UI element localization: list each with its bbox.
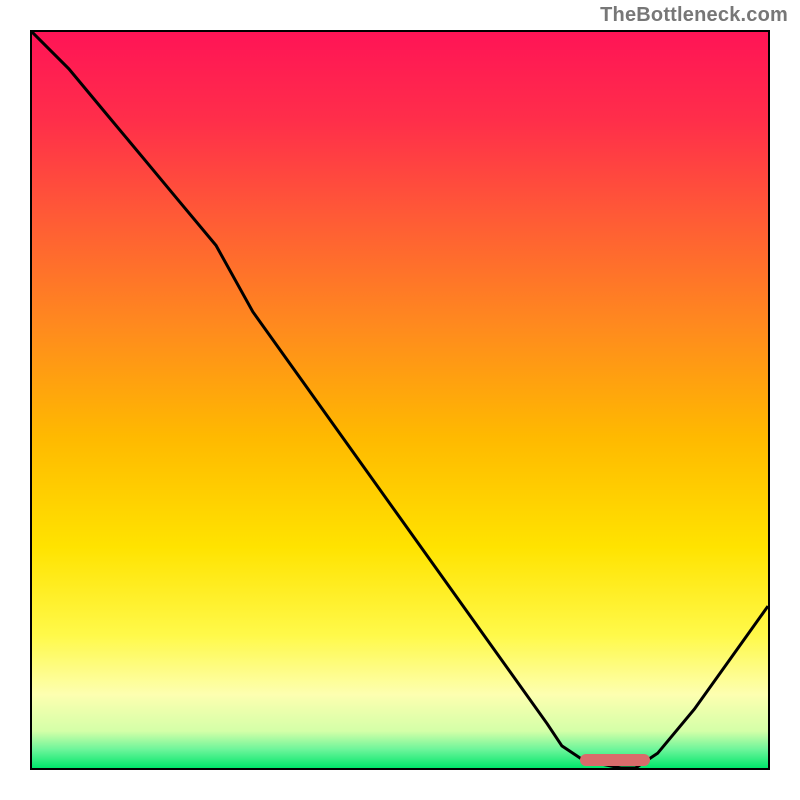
- optimal-range-marker: [580, 754, 650, 766]
- bottleneck-curve: [32, 32, 768, 768]
- plot-frame: [30, 30, 770, 770]
- curve-layer: [32, 32, 768, 768]
- chart-container: TheBottleneck.com: [0, 0, 800, 800]
- watermark-text: TheBottleneck.com: [600, 4, 788, 27]
